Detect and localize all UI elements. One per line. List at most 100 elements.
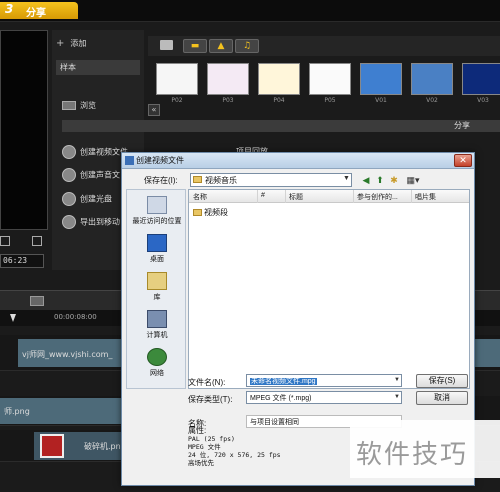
chevron-down-icon[interactable]: ▼	[394, 377, 400, 383]
desktop-item[interactable]: 桌面	[127, 234, 187, 264]
share-label: 分享	[454, 121, 470, 130]
create-disc-option[interactable]: 创建光盘	[62, 192, 112, 206]
list-item[interactable]: 视频段	[193, 207, 228, 218]
close-button[interactable]: ✕	[454, 154, 472, 167]
save-in-dropdown[interactable]: 视频音乐	[190, 173, 352, 187]
storyboard-icon[interactable]	[30, 296, 44, 306]
library-thumbnail[interactable]	[207, 63, 249, 95]
step-label: 分享	[26, 8, 46, 19]
place-label: 最近访问的位置	[132, 218, 182, 225]
playhead-icon[interactable]	[10, 314, 16, 322]
library-icon	[147, 272, 167, 290]
view-menu-icon[interactable]: ▦▾	[404, 174, 422, 186]
thumbnail-label: V01	[375, 97, 387, 104]
dialog-title-bar[interactable]: 创建视频文件 ✕	[122, 153, 474, 169]
sample-folder[interactable]: 样本	[56, 60, 140, 75]
video-filter-button[interactable]: ▬	[183, 39, 207, 53]
filename-label: 文件名(N):	[188, 378, 226, 387]
filetype-label: 保存类型(T):	[188, 395, 233, 404]
plus-icon: +	[56, 38, 65, 49]
clip-label: vj师网_www.vjshi.com_	[22, 350, 113, 359]
step-number: 3	[5, 2, 14, 16]
library-thumbnail[interactable]	[156, 63, 198, 95]
save-in-label: 保存在(I):	[144, 176, 178, 185]
app-icon	[125, 156, 134, 165]
column-divider	[353, 190, 354, 203]
timeline-clip[interactable]: 师.png	[0, 398, 122, 424]
add-button[interactable]: + 添加	[56, 38, 86, 49]
music-filter-button[interactable]: ♫	[235, 39, 259, 53]
file-list[interactable]: 名称 # 标题 参与创作的... 唱片集 视频段	[188, 189, 470, 389]
folder-name: 视频段	[204, 208, 228, 217]
library-thumbnail[interactable]	[258, 63, 300, 95]
up-folder-icon[interactable]: ⬆	[374, 174, 386, 186]
collapse-icon[interactable]: «	[148, 104, 160, 116]
folder-icon	[193, 176, 202, 183]
place-label: 计算机	[146, 332, 168, 339]
column-divider	[285, 190, 286, 203]
timeline-clip[interactable]	[475, 339, 500, 367]
save-button[interactable]: 保存(S)	[416, 374, 468, 388]
timecode-display[interactable]: 06:23	[0, 254, 44, 268]
sample-label: 样本	[60, 63, 76, 72]
library-thumbnail[interactable]	[411, 63, 453, 95]
chevron-down-icon: ▼	[343, 175, 350, 182]
create-video-file-option[interactable]: 创建视频文件	[62, 145, 128, 159]
network-icon	[147, 348, 167, 366]
column-title[interactable]: 标题	[289, 192, 303, 202]
thumbnail-label: V02	[426, 97, 438, 104]
column-contributing[interactable]: 参与创作的...	[357, 192, 398, 202]
library-thumbnail[interactable]	[360, 63, 402, 95]
chevron-down-icon[interactable]: ▼	[394, 394, 400, 400]
new-folder-icon[interactable]: ✱	[388, 174, 400, 186]
film-reel-icon	[62, 145, 76, 159]
thumbnail-label: V03	[477, 97, 489, 104]
column-divider	[257, 190, 258, 203]
export-mobile-option[interactable]: 导出到移动	[62, 215, 120, 229]
column-album[interactable]: 唱片集	[415, 192, 436, 202]
clip-thumbnail-icon	[40, 434, 64, 458]
computer-icon	[147, 310, 167, 328]
clip-label: 破碎机.pn	[84, 442, 121, 451]
browse-label: 浏览	[80, 101, 96, 110]
column-name[interactable]: 名称	[193, 192, 207, 202]
filetype-dropdown[interactable]: MPEG 文件 (*.mpg)	[246, 391, 402, 404]
save-in-value: 视频音乐	[205, 176, 237, 185]
option-label: 创建光盘	[80, 194, 112, 204]
option-label: 创建声音文	[80, 170, 120, 180]
share-bar	[62, 120, 500, 132]
library-thumbnail[interactable]	[309, 63, 351, 95]
place-label: 网络	[150, 370, 164, 377]
places-bar: 最近访问的位置 桌面 库 计算机 网络	[126, 189, 186, 389]
library-thumbnails: P02 P03 P04 P05 V01 V02 V03	[150, 60, 500, 108]
step-tab-share[interactable]: 3 分享	[0, 2, 78, 19]
disc-icon	[62, 192, 76, 206]
network-item[interactable]: 网络	[127, 348, 187, 378]
filename-input[interactable]: 未命名视频文件.mpg	[246, 374, 402, 387]
column-number[interactable]: #	[261, 192, 265, 199]
watermark-text: 软件技巧	[356, 440, 469, 470]
cancel-button[interactable]: 取消	[416, 391, 468, 405]
thumbnail-label: P05	[324, 97, 336, 104]
recent-places-item[interactable]: 最近访问的位置	[127, 196, 187, 226]
name-value: 与项目设置相同	[250, 419, 299, 426]
audio-icon	[62, 168, 76, 182]
create-audio-file-option[interactable]: 创建声音文	[62, 168, 120, 182]
copy-icon[interactable]	[32, 236, 42, 246]
computer-item[interactable]: 计算机	[127, 310, 187, 340]
mark-in-icon[interactable]	[0, 236, 10, 246]
preview-window	[0, 30, 48, 230]
filename-value: 未命名视频文件.mpg	[250, 378, 317, 385]
clip-label: 师.png	[4, 407, 30, 416]
thumbnail-label: P03	[222, 97, 234, 104]
place-label: 桌面	[150, 256, 164, 263]
option-label: 导出到移动	[80, 217, 120, 227]
photo-filter-button[interactable]: ▲	[209, 39, 233, 53]
column-divider	[411, 190, 412, 203]
folder-icon[interactable]	[160, 40, 173, 50]
browse-button[interactable]: 浏览	[62, 100, 96, 111]
back-icon[interactable]: ◀	[360, 174, 372, 186]
timeline-clip[interactable]: vj师网_www.vjshi.com_	[18, 339, 124, 367]
libraries-item[interactable]: 库	[127, 272, 187, 302]
library-thumbnail[interactable]	[462, 63, 500, 95]
